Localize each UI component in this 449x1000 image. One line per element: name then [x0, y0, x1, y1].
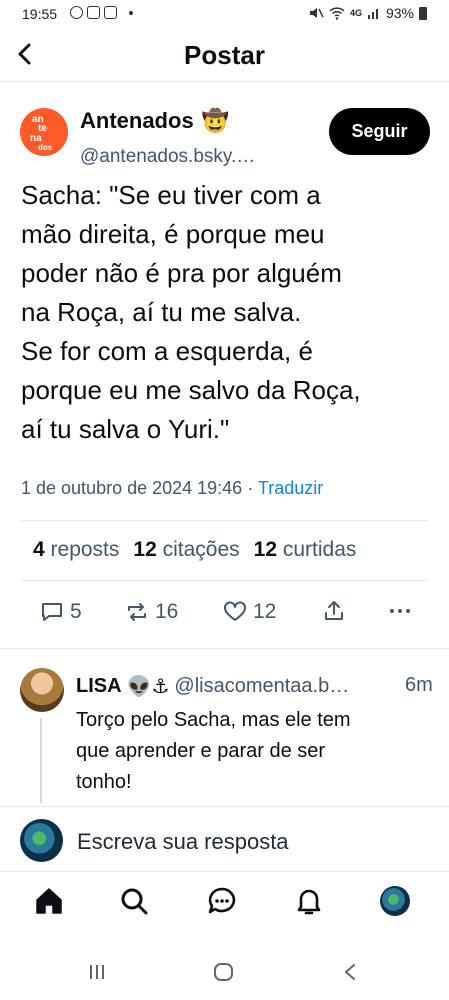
follow-button[interactable]: Seguir	[329, 108, 430, 155]
separator-dot: ·	[247, 478, 254, 498]
more-dots-icon	[390, 609, 410, 613]
notification-icons	[70, 6, 133, 19]
more-notifications-dot	[129, 10, 133, 15]
network-type: 4G	[349, 8, 362, 18]
reply-button[interactable]: 5	[40, 600, 82, 624]
reply-author-name[interactable]: LISA	[76, 675, 122, 698]
post-text-line: na Roça, aí tu me salva.	[21, 297, 302, 327]
bell-icon[interactable]	[294, 886, 324, 916]
page-title: Postar	[184, 40, 265, 70]
reply-text-line: que aprender e parar de ser	[76, 740, 326, 762]
author-avatar[interactable]: an te na dos	[20, 108, 68, 156]
system-icons: 4G 93%	[308, 5, 427, 21]
repost-icon	[128, 603, 146, 621]
like-count: 12	[253, 600, 277, 623]
post-date: 1 de outubro de 2024 19:46	[21, 478, 243, 498]
battery-percent: 93%	[385, 5, 414, 21]
reply-author-emojis: 👽⚓	[126, 676, 170, 698]
divider	[21, 520, 428, 521]
quotes-stat[interactable]: 12 citações	[133, 538, 239, 562]
reply-author-handle[interactable]: @lisacomentaa.b…	[174, 675, 349, 698]
repost-count: 16	[155, 600, 179, 623]
signal-icon	[367, 9, 378, 19]
bottom-navigation	[0, 872, 449, 934]
author-name[interactable]: Antenados	[80, 108, 194, 134]
reply-time: 6m	[405, 674, 433, 696]
back-button-icon[interactable]	[342, 962, 358, 982]
battery-icon	[419, 6, 427, 20]
home-icon[interactable]	[34, 886, 64, 916]
divider	[21, 580, 428, 581]
post-text-line: Sacha: "Se eu tiver com a	[21, 180, 321, 210]
reply-text-line: Torço pelo Sacha, mas ele tem	[76, 709, 351, 731]
divider	[0, 648, 449, 649]
avatar-text-4: dos	[38, 143, 53, 152]
compose-placeholder[interactable]: Escreva sua resposta	[77, 829, 289, 855]
profile-avatar[interactable]	[380, 886, 410, 916]
page-header: Postar	[0, 28, 449, 82]
post-text: Sacha: "Se eu tiver com a mão direita, é…	[21, 176, 436, 449]
status-time: 19:55	[22, 6, 58, 22]
author-handle[interactable]: @antenados.bsky.…	[80, 146, 255, 168]
author-name-row[interactable]: Antenados 🤠	[80, 108, 229, 134]
instagram-icon	[87, 6, 100, 19]
reply-header: LISA 👽⚓ @lisacomentaa.b…	[76, 674, 349, 699]
reply-avatar[interactable]	[20, 668, 64, 712]
whatsapp-icon	[70, 6, 83, 19]
mute-icon	[309, 8, 324, 18]
repost-button[interactable]: 16	[125, 600, 178, 624]
system-navigation	[0, 950, 449, 1000]
post-timestamp-row: 1 de outubro de 2024 19:46 · Traduzir	[21, 478, 323, 499]
chat-icon[interactable]	[207, 886, 237, 916]
translate-link[interactable]: Traduzir	[258, 478, 323, 498]
more-options-button[interactable]	[388, 600, 412, 622]
search-icon[interactable]	[119, 886, 149, 916]
reply-text: Torço pelo Sacha, mas ele tem que aprend…	[76, 705, 351, 798]
reply-count: 5	[70, 600, 82, 623]
post-actions: 5 16 12	[0, 600, 449, 630]
thread-line	[40, 718, 42, 803]
post-text-line: mão direita, é porque meu	[21, 219, 325, 249]
heart-icon	[224, 601, 246, 621]
post-text-line: aí tu salva o Yuri."	[21, 414, 230, 444]
post-stats: 4 reposts 12 citações 12 curtidas	[33, 538, 370, 562]
wifi-icon	[329, 7, 345, 20]
compose-reply-bar[interactable]: Escreva sua resposta	[0, 806, 449, 872]
home-button-icon[interactable]	[213, 962, 235, 982]
likes-stat[interactable]: 12 curtidas	[254, 538, 357, 562]
post-text-line: Se for com a esquerda, é	[21, 336, 313, 366]
instagram-icon-2	[104, 6, 117, 19]
post-text-line: poder não é pra por alguém	[21, 258, 342, 288]
status-bar: 19:55 4G 93%	[0, 0, 449, 28]
post-text-line: porque eu me salvo da Roça,	[21, 375, 361, 405]
share-button[interactable]	[322, 600, 346, 622]
recent-apps-icon[interactable]	[87, 962, 107, 982]
share-icon	[325, 601, 343, 620]
current-user-avatar	[20, 819, 63, 862]
reply-text-line: tonho!	[76, 771, 132, 793]
comment-icon	[42, 603, 62, 621]
cowboy-emoji: 🤠	[201, 108, 230, 133]
like-button[interactable]: 12	[223, 600, 276, 624]
reposts-stat[interactable]: 4 reposts	[33, 538, 119, 562]
